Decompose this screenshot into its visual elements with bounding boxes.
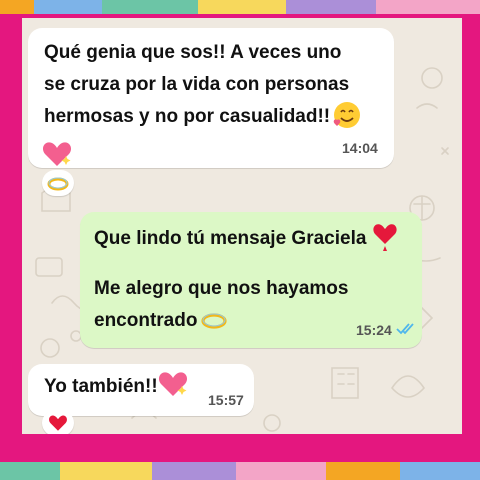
message-text-line: hermosas y no por casualidad!! xyxy=(44,106,331,127)
message-timestamp: 15:24 xyxy=(356,322,392,338)
red-heart-icon xyxy=(373,224,397,251)
tape-piece xyxy=(102,0,198,14)
tape-piece xyxy=(152,462,236,480)
message-text-line: se cruza por la vida con personas xyxy=(44,74,350,95)
outgoing-message-bubble[interactable]: Que lindo tú mensaje Graciela Me alegro … xyxy=(80,212,422,348)
incoming-message-bubble[interactable]: Yo también!! 15:57 xyxy=(28,364,254,416)
tape-piece xyxy=(0,0,34,14)
tape-piece xyxy=(34,0,102,14)
tape-piece xyxy=(60,462,152,480)
tape-piece xyxy=(236,462,326,480)
tape-piece xyxy=(198,0,286,14)
smiling-face-with-hearts-icon xyxy=(333,102,360,128)
message-text-line: Yo también!! xyxy=(44,376,158,397)
red-heart-icon xyxy=(49,415,67,431)
tape-piece xyxy=(326,462,400,480)
tape-piece xyxy=(0,462,60,480)
bottom-tape-strip xyxy=(0,462,480,480)
message-text-line: encontrado xyxy=(94,310,198,331)
incoming-message-bubble[interactable]: Qué genia que sos!! A veces uno se cruza… xyxy=(28,28,394,168)
halo-ring-icon xyxy=(47,177,69,191)
message-text-line: Me alegro que nos hayamos xyxy=(94,278,349,299)
top-tape-strip xyxy=(0,0,480,14)
read-receipt-double-check-icon xyxy=(396,323,414,335)
message-text-line: Que lindo tú mensaje Graciela xyxy=(94,228,367,249)
message-text-line: Qué genia que sos!! A veces uno xyxy=(44,42,342,63)
sparkling-heart-icon xyxy=(158,372,188,396)
tape-piece xyxy=(286,0,376,14)
message-timestamp: 15:57 xyxy=(208,392,244,408)
message-reaction[interactable] xyxy=(42,170,74,196)
message-timestamp: 14:04 xyxy=(342,140,378,156)
tape-piece xyxy=(376,0,480,14)
halo-ring-icon xyxy=(201,313,227,329)
sparkling-heart-icon xyxy=(42,142,72,166)
message-reaction[interactable] xyxy=(42,410,74,434)
tape-piece xyxy=(400,462,480,480)
chat-panel[interactable]: Qué genia que sos!! A veces uno se cruza… xyxy=(22,18,462,434)
